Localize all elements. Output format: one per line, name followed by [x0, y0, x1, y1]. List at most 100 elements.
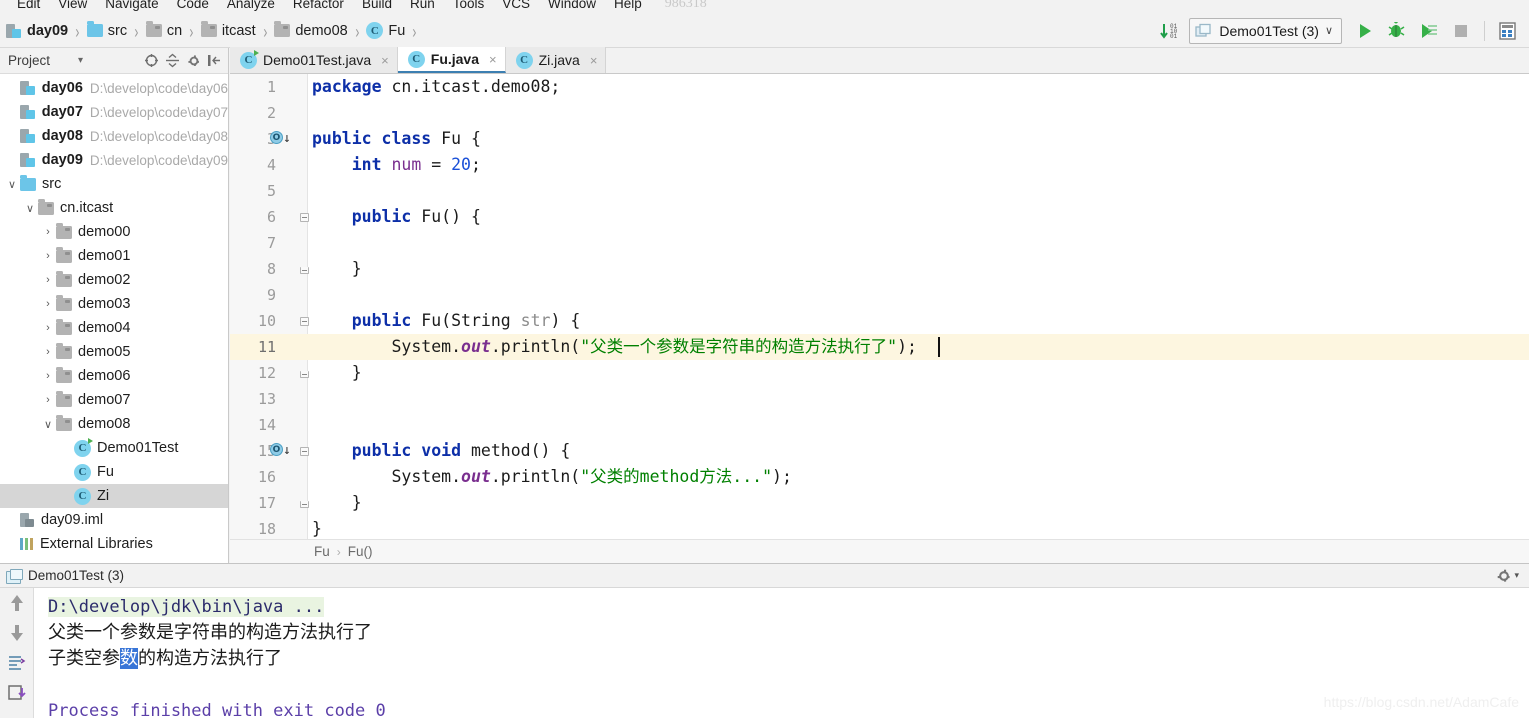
chevron-right-icon[interactable]: › — [40, 394, 56, 406]
project-tree[interactable]: day06 D:\develop\code\day06 day07 D:\develo… — [0, 74, 228, 556]
implemented-by-gutter-icon[interactable]: O ↓ — [270, 443, 291, 459]
sort-numeric-icon[interactable]: 01 10 01 — [1155, 18, 1185, 44]
tree-item-demo01[interactable]: › demo01 — [0, 244, 228, 268]
close-icon[interactable]: × — [381, 53, 389, 68]
breadcrumb-item-itcast[interactable]: itcast — [200, 21, 256, 39]
menu-item-navigate[interactable]: Navigate — [96, 0, 167, 14]
tree-item-fu[interactable]: C Fu — [0, 460, 228, 484]
settings-icon[interactable] — [184, 51, 203, 70]
run-configuration-selector[interactable]: Demo01Test (3) ∨ — [1189, 17, 1342, 44]
chevron-right-icon[interactable]: › — [40, 370, 56, 382]
tree-item-zi[interactable]: C Zi — [0, 484, 228, 508]
breadcrumb-item-src[interactable]: src — [86, 21, 127, 39]
close-icon[interactable]: × — [590, 53, 598, 68]
tree-item-demo02[interactable]: › demo02 — [0, 268, 228, 292]
soft-wrap-icon[interactable] — [6, 652, 28, 674]
code-line[interactable]: 11 System.out.println("父类一个参数是字符串的构造方法执行… — [230, 334, 1529, 360]
editor-tab-fu[interactable]: C Fu.java × — [397, 47, 506, 73]
code-line[interactable]: 15 O ↓ public void method() { — [230, 438, 1529, 464]
code-line[interactable]: 14 — [230, 412, 1529, 438]
scroll-down-icon[interactable] — [6, 622, 28, 644]
collapse-target-icon[interactable] — [142, 51, 161, 70]
code-content[interactable]: 1package cn.itcast.demo08;23O↓public cla… — [230, 74, 1529, 539]
hide-icon[interactable] — [205, 51, 224, 70]
tree-item-day08[interactable]: day08 D:\develop\code\day08 — [0, 124, 228, 148]
expand-collapse-icon[interactable] — [163, 51, 182, 70]
breadcrumb-item-demo08[interactable]: demo08 — [274, 21, 348, 39]
menu-item-tools[interactable]: Tools — [444, 0, 494, 14]
code-line[interactable]: 4 int num = 20; — [230, 152, 1529, 178]
tree-item-demo07[interactable]: › demo07 — [0, 388, 228, 412]
menu-item-help[interactable]: Help — [605, 0, 651, 14]
menu-item-refactor[interactable]: Refactor — [284, 0, 353, 14]
tree-item-demo05[interactable]: › demo05 — [0, 340, 228, 364]
menu-item-vcs[interactable]: VCS — [493, 0, 539, 14]
breadcrumb-item-day09[interactable]: day09 — [6, 23, 68, 39]
code-line[interactable]: 10 public Fu(String str) { — [230, 308, 1529, 334]
code-line[interactable]: 18} — [230, 516, 1529, 539]
code-line[interactable]: 17 } — [230, 490, 1529, 516]
tree-item-demo00[interactable]: › demo00 — [0, 220, 228, 244]
chevron-down-icon[interactable]: ▾ — [78, 55, 83, 66]
menu-item-view[interactable]: View — [49, 0, 96, 14]
code-line[interactable]: 13 — [230, 386, 1529, 412]
run-tab-label[interactable]: Demo01Test (3) — [28, 568, 124, 583]
editor-tab-demo01test[interactable]: C Demo01Test.java × — [230, 47, 398, 73]
tree-item-src[interactable]: ∨ src — [0, 172, 228, 196]
code-line[interactable]: 5 — [230, 178, 1529, 204]
tree-item-day07[interactable]: day07 D:\develop\code\day07 — [0, 100, 228, 124]
chevron-right-icon[interactable]: › — [40, 226, 56, 238]
chevron-right-icon[interactable]: › — [40, 250, 56, 262]
fold-region-end-icon[interactable] — [300, 267, 309, 274]
editor-breadcrumb-method[interactable]: Fu() — [348, 544, 373, 559]
code-line[interactable]: 2 — [230, 100, 1529, 126]
chevron-right-icon[interactable]: › — [40, 346, 56, 358]
tree-item-cn-itcast[interactable]: ∨ cn.itcast — [0, 196, 228, 220]
code-line[interactable]: 7 — [230, 230, 1529, 256]
menu-item-code[interactable]: Code — [168, 0, 218, 14]
tree-item-day09-iml[interactable]: day09.iml — [0, 508, 228, 532]
breadcrumb-item-cn[interactable]: cn — [145, 21, 182, 39]
tree-item-demo01test[interactable]: C Demo01Test — [0, 436, 228, 460]
code-line[interactable]: 12 } — [230, 360, 1529, 386]
run-button[interactable] — [1350, 18, 1380, 44]
editor-tab-zi[interactable]: C Zi.java × — [505, 47, 607, 73]
code-line[interactable]: 3O↓public class Fu { — [230, 126, 1529, 152]
code-line[interactable]: 16 System.out.println("父类的method方法..."); — [230, 464, 1529, 490]
debug-button[interactable] — [1382, 18, 1412, 44]
tree-item-demo03[interactable]: › demo03 — [0, 292, 228, 316]
chevron-down-icon[interactable]: ▾ — [1514, 570, 1519, 581]
chevron-right-icon[interactable]: › — [40, 298, 56, 310]
menu-item-build[interactable]: Build — [353, 0, 401, 14]
fold-region-end-icon[interactable] — [300, 501, 309, 508]
stop-button[interactable] — [1446, 18, 1476, 44]
menu-item-edit[interactable]: Edit — [8, 0, 49, 14]
print-icon[interactable] — [6, 682, 28, 704]
gear-icon[interactable] — [1498, 569, 1510, 581]
fold-region-icon[interactable] — [300, 317, 309, 326]
code-line[interactable]: 9 — [230, 282, 1529, 308]
tree-item-day09[interactable]: day09 D:\develop\code\day09 — [0, 148, 228, 172]
tree-item-demo06[interactable]: › demo06 — [0, 364, 228, 388]
fold-region-icon[interactable] — [300, 447, 309, 456]
chevron-down-icon[interactable]: ∨ — [40, 418, 56, 431]
tree-item-day06[interactable]: day06 D:\develop\code\day06 — [0, 76, 228, 100]
code-line[interactable]: 8 } — [230, 256, 1529, 282]
tree-item-external-libraries[interactable]: External Libraries — [0, 532, 228, 556]
fold-region-end-icon[interactable] — [300, 371, 309, 378]
implemented-by-gutter-icon[interactable]: O ↓ — [270, 131, 291, 147]
menu-item-run[interactable]: Run — [401, 0, 444, 14]
tree-item-demo08[interactable]: ∨ demo08 — [0, 412, 228, 436]
code-editor[interactable]: 1package cn.itcast.demo08;23O↓public cla… — [230, 74, 1529, 539]
chevron-down-icon[interactable]: ∨ — [22, 202, 38, 215]
code-line[interactable]: 1 package cn.itcast.demo08; — [230, 74, 1529, 100]
menu-item-analyze[interactable]: Analyze — [218, 0, 284, 14]
breadcrumb-item-fu[interactable]: C Fu — [366, 22, 405, 39]
tree-item-demo04[interactable]: › demo04 — [0, 316, 228, 340]
code-line[interactable]: 6 public Fu() { — [230, 204, 1529, 230]
chevron-right-icon[interactable]: › — [40, 322, 56, 334]
fold-region-icon[interactable] — [300, 213, 309, 222]
console-output[interactable]: D:\develop\jdk\bin\java ... 父类一个参数是字符串的构造… — [34, 588, 1529, 718]
editor-breadcrumb-class[interactable]: Fu — [314, 544, 330, 559]
project-structure-button[interactable] — [1493, 18, 1523, 44]
